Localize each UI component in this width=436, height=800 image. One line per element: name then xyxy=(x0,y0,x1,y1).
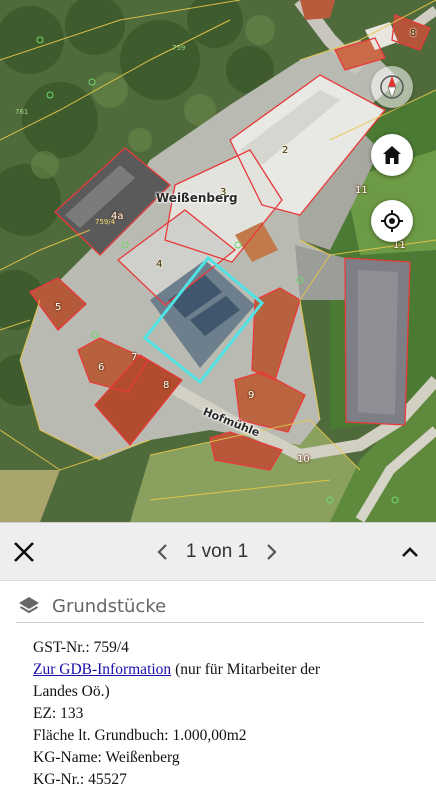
panel-header: 1 von 1 xyxy=(0,523,436,581)
chevron-right-icon xyxy=(267,544,277,560)
parcel-label: 8 xyxy=(410,28,417,39)
parcel-details: GST-Nr.: 759/4 Zur GDB-Information (nur … xyxy=(33,637,428,791)
gdb-note: (nur für Mitarbeiter der xyxy=(171,661,321,678)
layer-title: Grundstücke xyxy=(52,596,167,617)
area-value: Fläche lt. Grundbuch: 1.000,00m2 xyxy=(33,727,247,744)
parcel-label: 10 xyxy=(297,454,310,465)
locate-button[interactable] xyxy=(371,200,413,242)
next-button[interactable] xyxy=(260,540,282,564)
gdb-line: Zur GDB-Information (nur für Mitarbeiter… xyxy=(33,659,428,681)
collapse-button[interactable] xyxy=(396,540,424,564)
home-button[interactable] xyxy=(371,134,413,176)
parcel-label: 8 xyxy=(163,380,170,391)
parcel-label: 3 xyxy=(220,187,227,198)
home-icon xyxy=(383,146,401,164)
close-button[interactable] xyxy=(10,538,38,566)
ez-value: EZ: 133 xyxy=(33,705,84,722)
parcel-label: 4 xyxy=(156,259,163,270)
gst-nr: GST-Nr.: 759/4 xyxy=(33,639,129,656)
parcel-label: 11 xyxy=(355,185,368,196)
chevron-left-icon xyxy=(157,544,167,560)
chevron-up-icon xyxy=(402,547,418,557)
gdb-note-cont: Landes Oö.) xyxy=(33,683,110,700)
parcel-label: 5 xyxy=(55,302,62,313)
close-icon xyxy=(14,542,34,562)
layers-icon xyxy=(19,597,39,614)
parcel-number-small: 759/4 xyxy=(95,218,116,226)
compass-icon xyxy=(380,75,404,100)
previous-button[interactable] xyxy=(152,540,174,564)
crosshair-icon xyxy=(381,210,403,232)
pager-text: 1 von 1 xyxy=(185,541,249,562)
parcel-number-small: 761 xyxy=(15,108,29,116)
map-view[interactable]: Weißenberg Hofmühle 8 2 3 4a 4 5 6 7 8 9… xyxy=(0,0,436,522)
gdb-info-link[interactable]: Zur GDB-Information xyxy=(33,661,171,678)
layer-heading: Grundstücke xyxy=(16,593,424,623)
kg-nr: KG-Nr.: 45527 xyxy=(33,771,127,788)
parcel-label: 6 xyxy=(98,362,105,373)
aerial-imagery xyxy=(0,0,436,522)
parcel-label: 9 xyxy=(248,390,255,401)
feature-info-panel: 1 von 1 Grundstücke GST-Nr.: 759/4 Zur G… xyxy=(0,522,436,800)
kg-name: KG-Name: Weißenberg xyxy=(33,749,180,766)
compass-button[interactable] xyxy=(371,66,413,108)
parcel-number-small: 759 xyxy=(172,44,186,52)
parcel-label: 7 xyxy=(131,352,138,363)
parcel-label: 2 xyxy=(282,145,289,156)
